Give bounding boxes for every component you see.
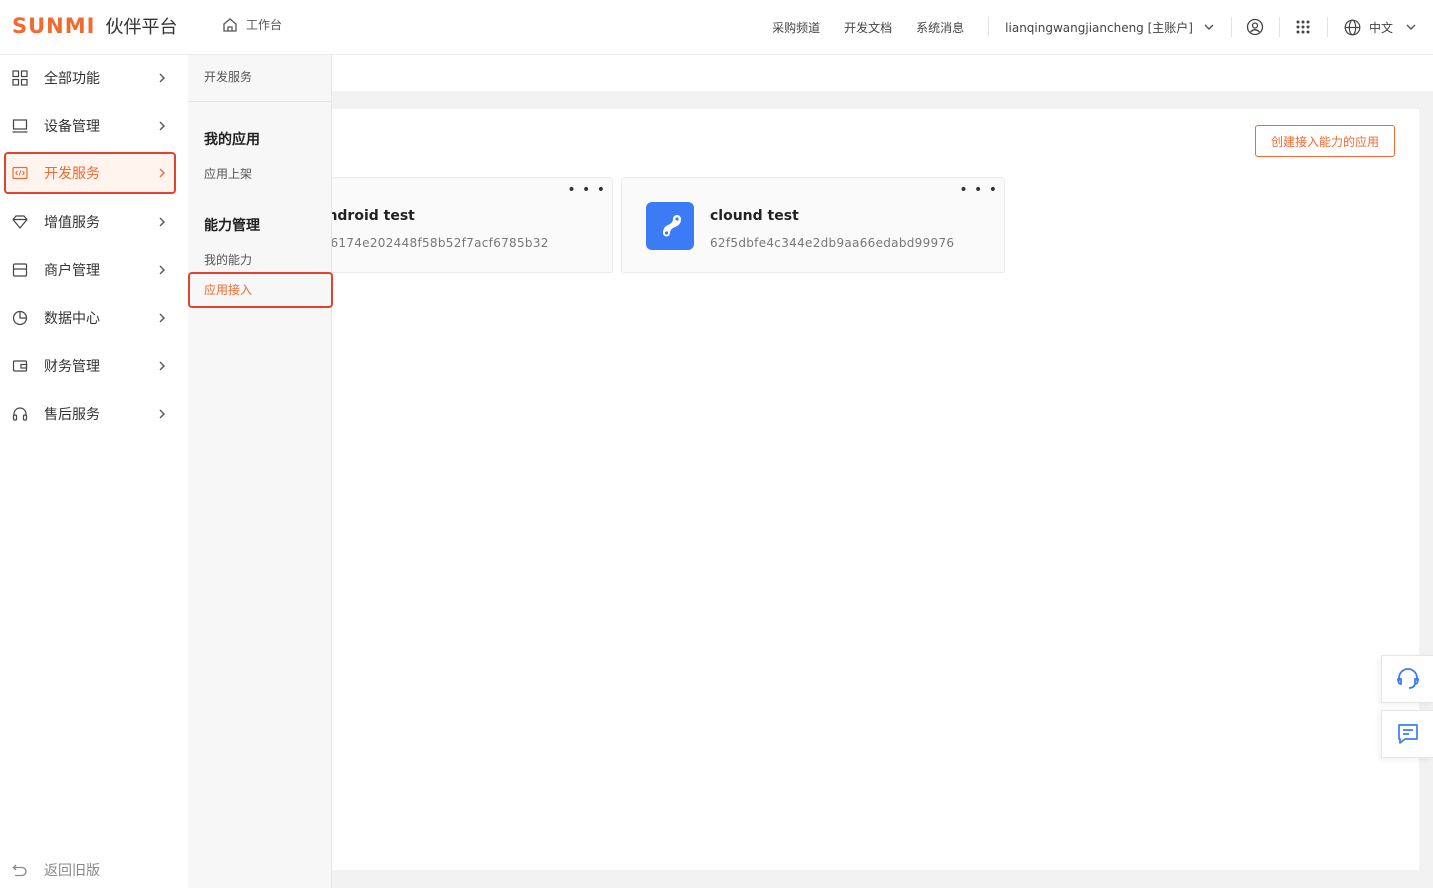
message-icon — [1397, 724, 1418, 744]
chevron-down-icon — [1204, 24, 1214, 30]
chevron-right-icon — [159, 121, 165, 131]
create-capability-app-button[interactable]: 创建接入能力的应用 — [1255, 125, 1395, 157]
chevron-right-icon — [159, 361, 165, 371]
account-name: lianqingwangjiancheng [主账户] — [1005, 20, 1193, 35]
chevron-right-icon — [159, 73, 165, 83]
group-capability-management: 能力管理 — [204, 218, 260, 234]
brand-logo: SUNMI — [12, 14, 96, 38]
feedback-button[interactable] — [1381, 710, 1433, 758]
app-id: df6174e202448f58b52f7acf6785b32 — [318, 236, 549, 250]
grid-icon — [12, 70, 28, 86]
sidebar-item-merchant-management[interactable]: 商户管理 — [4, 249, 176, 291]
account-dropdown[interactable]: lianqingwangjiancheng [主账户] — [1005, 19, 1215, 36]
group-my-apps: 我的应用 — [204, 132, 260, 148]
chevron-right-icon — [159, 313, 165, 323]
sub-panel-title: 开发服务 — [188, 55, 331, 102]
subnav-item-app-listing[interactable]: 应用上架 — [204, 165, 252, 182]
sidebar-item-device-management[interactable]: 设备管理 — [4, 105, 176, 147]
sidebar-item-all-features[interactable]: 全部功能 — [4, 57, 176, 99]
back-to-old-version[interactable]: 返回旧版 — [12, 860, 100, 880]
diamond-icon — [12, 215, 28, 229]
sidebar-item-label: 数据中心 — [44, 311, 100, 327]
sub-navigation-panel-overlay: 开发服务 我的应用 应用上架 能力管理 我的能力 应用接入 — [188, 55, 333, 888]
chevron-down-icon — [1406, 24, 1416, 30]
language-label: 中文 — [1368, 20, 1393, 35]
chevron-right-icon — [159, 168, 165, 178]
apps-button[interactable] — [1280, 19, 1327, 35]
link-icon — [663, 215, 681, 237]
app-name: clound test — [710, 208, 799, 224]
user-icon — [1247, 18, 1264, 36]
undo-icon — [12, 864, 27, 877]
chevron-right-icon — [159, 409, 165, 419]
more-options-icon[interactable]: • • • — [959, 182, 998, 198]
app-icon — [646, 202, 694, 250]
logo[interactable]: SUNMI 伙伴平台 — [12, 13, 177, 39]
system-messages-link[interactable]: 系统消息 — [916, 19, 964, 36]
sidebar-item-label: 售后服务 — [44, 407, 100, 423]
customer-service-button[interactable] — [1381, 655, 1433, 703]
chevron-right-icon — [159, 265, 165, 275]
subnav-item-my-capabilities[interactable]: 我的能力 — [204, 251, 252, 268]
workbench-link[interactable]: 工作台 — [222, 16, 282, 33]
language-dropdown[interactable]: 中文 — [1344, 19, 1417, 36]
headset-icon — [1396, 668, 1419, 689]
sidebar-item-finance-management[interactable]: 财务管理 — [4, 345, 176, 387]
platform-name: 伙伴平台 — [105, 17, 178, 38]
sidebar-item-value-added-services[interactable]: 增值服务 — [4, 201, 176, 243]
sidebar-item-data-center[interactable]: 数据中心 — [4, 297, 176, 339]
sidebar-item-dev-services[interactable]: 开发服务 — [4, 152, 176, 194]
store-icon — [12, 263, 28, 277]
pie-chart-icon — [12, 310, 28, 326]
sidebar-item-label: 全部功能 — [44, 71, 100, 87]
headset-icon — [12, 407, 28, 421]
workbench-label: 工作台 — [246, 18, 283, 32]
home-icon — [223, 17, 237, 32]
sidebar-item-after-sales[interactable]: 售后服务 — [4, 393, 176, 435]
divider — [988, 17, 990, 37]
sidebar-item-label: 设备管理 — [44, 119, 100, 135]
top-bar: SUNMI 伙伴平台 工作台 采购频道 开发文档 系统消息 lianqingwa… — [0, 0, 1433, 55]
dev-docs-link[interactable]: 开发文档 — [844, 19, 892, 36]
app-list-panel: 创建接入能力的应用 android test df6174e202448f58b… — [229, 109, 1419, 870]
back-old-label: 返回旧版 — [44, 863, 100, 879]
wallet-icon — [12, 360, 28, 372]
apps-grid-icon — [1296, 20, 1310, 34]
globe-icon — [1344, 19, 1361, 35]
chevron-right-icon — [159, 217, 165, 227]
sidebar-item-label: 财务管理 — [44, 359, 100, 375]
app-id: 62f5dbfe4c344e2db9aa66edabd99976 — [710, 236, 955, 250]
sidebar-item-label: 商户管理 — [44, 263, 100, 279]
more-options-icon[interactable]: • • • — [567, 182, 606, 198]
subnav-item-app-integration[interactable]: 应用接入 — [188, 272, 333, 308]
app-card[interactable]: clound test 62f5dbfe4c344e2db9aa66edabd9… — [621, 177, 1005, 273]
app-name: android test — [318, 208, 415, 224]
divider — [1326, 17, 1328, 37]
monitor-icon — [12, 119, 28, 133]
purchase-channel-link[interactable]: 采购频道 — [772, 19, 820, 36]
code-icon — [12, 166, 28, 180]
sidebar: 全部功能 设备管理 开发服务 增值服务 商户管理 数据中心 财务管理 售后服务 — [0, 55, 188, 888]
user-button[interactable] — [1232, 18, 1279, 36]
sidebar-item-label: 开发服务 — [44, 166, 100, 182]
content-header — [332, 55, 1433, 91]
sidebar-item-label: 增值服务 — [44, 215, 100, 231]
